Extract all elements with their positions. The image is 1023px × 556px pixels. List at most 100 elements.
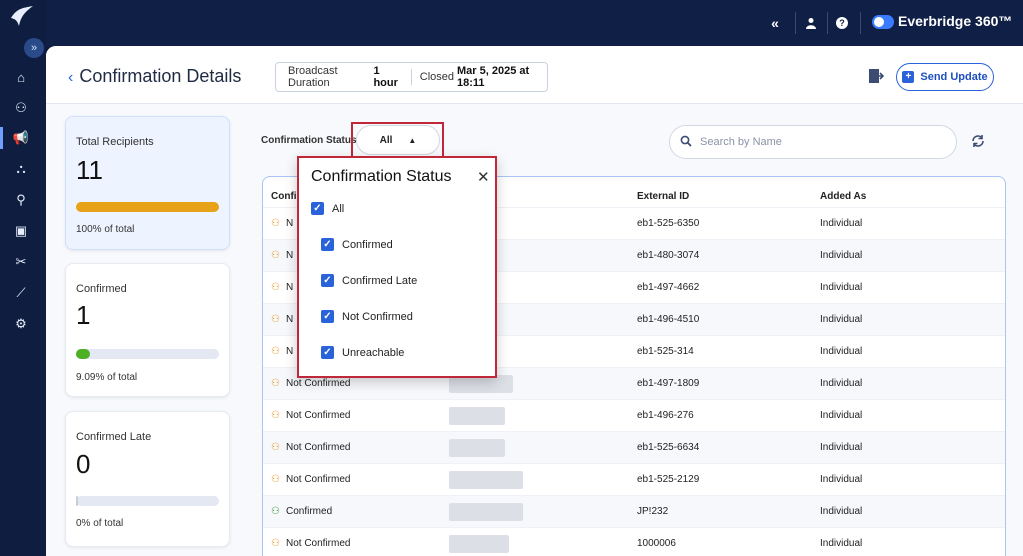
export-icon[interactable] <box>868 68 884 84</box>
added-as-cell: Individual <box>820 250 863 261</box>
external-id-cell: eb1-525-314 <box>637 346 694 357</box>
add-icon: + <box>902 71 915 83</box>
added-as-cell: Individual <box>820 538 863 549</box>
card-progress-fill <box>76 496 78 506</box>
card-title: Confirmed Late <box>76 431 152 443</box>
card-progress-fill <box>76 202 219 212</box>
location-icon[interactable]: ⚲ <box>10 189 32 211</box>
divider <box>860 12 861 34</box>
main-panel: ‹ Confirmation Details Broadcast Duration… <box>46 46 1023 556</box>
status-text: Not Confirmed <box>286 442 351 453</box>
added-as-cell: Individual <box>820 218 863 229</box>
left-nav: » ⌂ ⚇ 📢 ⛬ ⚲ ▣ ✂ ⟋ ⚙ <box>0 0 46 556</box>
added-as-cell: Individual <box>820 282 863 293</box>
person-pending-icon: ⚇ <box>271 378 280 389</box>
confirmation-status-label: Confirmation Status <box>261 135 357 146</box>
table-row[interactable]: ⚇ Not Confirmed eb1-525-6634 Individual <box>263 431 1005 463</box>
status-cell: ⚇ Not Confirmed <box>271 442 350 453</box>
option-confirmed[interactable]: ✓ Confirmed <box>321 238 393 251</box>
person-pending-icon: ⚇ <box>271 442 280 453</box>
person-pending-icon: ⚇ <box>271 538 280 549</box>
stat-card-confirmed-late[interactable]: Confirmed Late 0 0% of total <box>65 411 230 547</box>
page-header: ‹ Confirmation Details Broadcast Duration… <box>46 46 1023 104</box>
card-title: Total Recipients <box>76 136 154 148</box>
table-row[interactable]: ⚇ Confirmed JP!232 Individual <box>263 495 1005 527</box>
table-row[interactable]: ⚇ Not Confirmed eb1-496-276 Individual <box>263 399 1005 431</box>
person-pending-icon: ⚇ <box>271 346 280 357</box>
checkbox-checked-icon[interactable]: ✓ <box>321 310 334 323</box>
send-update-button[interactable]: + Send Update <box>896 63 994 91</box>
status-cell: ⚇ N <box>271 218 293 229</box>
card-value: 11 <box>76 155 103 185</box>
person-confirmed-icon: ⚇ <box>271 506 280 517</box>
status-text: Not Confirmed <box>286 410 351 421</box>
contacts-icon[interactable]: ⚇ <box>10 97 32 119</box>
tools-icon[interactable]: ✂ <box>10 251 32 273</box>
redacted-name <box>449 439 505 457</box>
option-label: Unreachable <box>342 346 405 359</box>
brand-name: Everbridge 360™ <box>898 13 1013 29</box>
close-icon[interactable]: ✕ <box>477 168 490 186</box>
page-title: Confirmation Details <box>79 66 242 86</box>
closed-value: Mar 5, 2025 at 18:11 <box>457 65 530 89</box>
product-toggle[interactable] <box>872 15 894 29</box>
external-id-cell: eb1-496-4510 <box>637 314 700 325</box>
external-id-cell: eb1-497-1809 <box>637 378 700 389</box>
app-frame: » ⌂ ⚇ 📢 ⛬ ⚲ ▣ ✂ ⟋ ⚙ « ? Everbridge 360™ … <box>0 0 1023 556</box>
person-pending-icon: ⚇ <box>271 218 280 229</box>
search-input[interactable]: Search by Name <box>669 125 957 159</box>
status-cell: ⚇ Not Confirmed <box>271 474 350 485</box>
reports-icon[interactable]: ⟋ <box>10 282 32 304</box>
option-unreachable[interactable]: ✓ Unreachable <box>321 346 404 359</box>
back-link[interactable]: ‹ Confirmation Details <box>68 66 241 87</box>
external-id-cell: eb1-525-2129 <box>637 474 700 485</box>
broadcast-icon[interactable]: 📢 <box>0 127 32 149</box>
divider <box>795 12 796 34</box>
person-pending-icon: ⚇ <box>271 282 280 293</box>
redacted-name <box>449 407 505 425</box>
refresh-icon[interactable] <box>970 133 986 149</box>
teams-icon[interactable]: ⛬ <box>10 158 32 180</box>
checkbox-checked-icon[interactable]: ✓ <box>321 346 334 359</box>
card-value: 1 <box>76 300 91 330</box>
option-label: Not Confirmed <box>342 310 413 323</box>
table-row[interactable]: ⚇ Not Confirmed 1000006 Individual <box>263 527 1005 556</box>
checkbox-checked-icon[interactable]: ✓ <box>311 202 324 215</box>
external-id-cell: 1000006 <box>637 538 676 549</box>
status-text: N <box>286 314 294 325</box>
stat-card-confirmed[interactable]: Confirmed 1 9.09% of total <box>65 263 230 397</box>
column-header-added-as[interactable]: Added As <box>820 191 866 202</box>
everbridge-logo-icon[interactable] <box>9 4 35 28</box>
help-icon[interactable]: ? <box>832 13 852 33</box>
person-pending-icon: ⚇ <box>271 250 280 261</box>
svg-text:?: ? <box>839 18 845 28</box>
status-cell: ⚇ Confirmed <box>271 506 332 517</box>
external-id-cell: eb1-497-4662 <box>637 282 700 293</box>
home-icon[interactable]: ⌂ <box>10 66 32 88</box>
option-confirmed-late[interactable]: ✓ Confirmed Late <box>321 274 417 287</box>
broadcast-duration-value: 1 hour <box>373 65 398 89</box>
calendar-icon[interactable]: ▣ <box>10 220 32 242</box>
status-text: Not Confirmed <box>286 538 351 549</box>
status-cell: ⚇ N <box>271 314 293 325</box>
table-row[interactable]: ⚇ Not Confirmed eb1-525-2129 Individual <box>263 463 1005 495</box>
status-text: Confirmed <box>286 506 333 517</box>
status-cell: ⚇ Not Confirmed <box>271 378 350 389</box>
collapse-panel-icon[interactable]: « <box>765 13 785 33</box>
card-progress-fill <box>76 349 90 359</box>
user-icon[interactable] <box>801 13 821 33</box>
divider <box>410 69 412 85</box>
status-cell: ⚇ N <box>271 346 293 357</box>
status-cell: ⚇ N <box>271 282 293 293</box>
status-text: Not Confirmed <box>286 378 351 389</box>
checkbox-checked-icon[interactable]: ✓ <box>321 238 334 251</box>
settings-icon[interactable]: ⚙ <box>10 313 32 335</box>
checkbox-checked-icon[interactable]: ✓ <box>321 274 334 287</box>
option-not-confirmed[interactable]: ✓ Not Confirmed <box>321 310 413 323</box>
column-header-external-id[interactable]: External ID <box>637 191 689 202</box>
card-progress-bar <box>76 202 219 212</box>
option-all[interactable]: ✓ All <box>311 202 344 215</box>
expand-sidebar-button[interactable]: » <box>24 38 44 58</box>
divider <box>827 12 828 34</box>
stat-card-total[interactable]: Total Recipients 11 100% of total <box>65 116 230 250</box>
